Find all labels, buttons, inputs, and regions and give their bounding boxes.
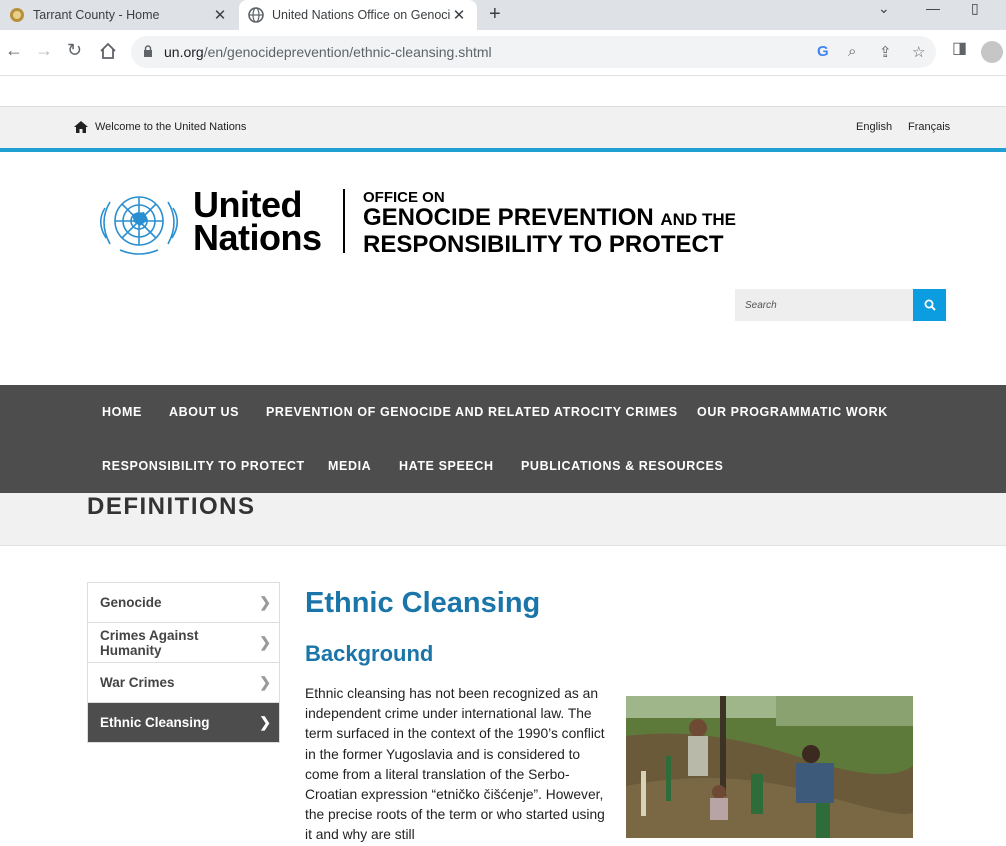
bookmark-star-icon[interactable]: ☆ [912, 43, 925, 61]
wordmark-line2: Nations [193, 217, 322, 258]
lang-english[interactable]: English [856, 121, 892, 133]
nav-publications[interactable]: PUBLICATIONS & RESOURCES [521, 459, 723, 473]
side-panel-icon[interactable]: ◨ [952, 38, 967, 58]
office-line3: RESPONSIBILITY TO PROTECT [363, 231, 724, 258]
nav-media[interactable]: MEDIA [328, 459, 371, 473]
profile-avatar[interactable] [981, 41, 1003, 63]
welcome-link[interactable]: Welcome to the United Nations [74, 121, 246, 133]
welcome-text: Welcome to the United Nations [95, 121, 247, 133]
nav-programmatic-work[interactable]: OUR PROGRAMMATIC WORK [697, 405, 888, 419]
chevron-right-icon: ❯ [259, 594, 271, 610]
office-line2: GENOCIDE PREVENTION AND THE [363, 205, 736, 233]
office-line1: OFFICE ON [363, 189, 445, 206]
sidenav-item-war-crimes[interactable]: War Crimes ❯ [88, 663, 279, 703]
url-text: un.org/en/genocideprevention/ethnic-clea… [164, 44, 492, 60]
new-tab-icon[interactable]: + [489, 3, 501, 26]
sidenav-label: War Crimes [100, 675, 175, 690]
sidenav-item-genocide[interactable]: Genocide ❯ [88, 583, 279, 623]
browser-tab-un[interactable]: United Nations Office on Genocide Preven… [239, 0, 477, 30]
office-title[interactable]: OFFICE ON GENOCIDE PREVENTION AND THE RE… [363, 190, 736, 257]
tab-search-chevron-icon[interactable]: ⌄ [878, 0, 890, 17]
search-input[interactable] [735, 289, 913, 321]
browser-tab-tarrant[interactable]: Tarrant County - Home ✕ [0, 0, 238, 30]
chevron-right-icon: ❯ [259, 714, 271, 730]
nav-home[interactable]: HOME [102, 405, 142, 419]
page-title: Ethnic Cleansing [305, 587, 541, 619]
graveyard-photo [626, 696, 913, 838]
sidenav-item-ethnic-cleansing[interactable]: Ethnic Cleansing ❯ [88, 703, 279, 742]
browser-toolbar: ← → ↻ un.org/en/genocideprevention/ethni… [0, 30, 1006, 76]
tab-close-icon[interactable]: ✕ [451, 6, 467, 24]
logo-divider [343, 189, 345, 253]
browser-tab-bar: Tarrant County - Home ✕ United Nations O… [0, 0, 1006, 30]
url-host: un.org [164, 44, 204, 60]
office-line2-main: GENOCIDE PREVENTION [363, 204, 654, 231]
reload-icon[interactable]: ↻ [67, 40, 82, 61]
back-icon[interactable]: ← [5, 40, 23, 61]
nav-r2p[interactable]: RESPONSIBILITY TO PROTECT [102, 459, 305, 473]
body-paragraph: Ethnic cleansing has not been recognized… [305, 686, 605, 843]
chevron-right-icon: ❯ [259, 634, 271, 650]
tab-title: Tarrant County - Home [33, 8, 160, 22]
forward-icon[interactable]: → [35, 40, 53, 61]
utility-bar: Welcome to the United Nations English Fr… [0, 106, 1006, 149]
sidenav-label: Crimes Against Humanity [100, 627, 199, 658]
sidenav-label: Genocide [100, 595, 162, 610]
section-header: DEFINITIONS [0, 493, 1006, 546]
accent-bar [0, 148, 1006, 152]
address-bar[interactable]: un.org/en/genocideprevention/ethnic-clea… [131, 36, 936, 68]
main-nav: HOME ABOUT US PREVENTION OF GENOCIDE AND… [0, 385, 1006, 493]
google-icon[interactable]: G [817, 43, 829, 60]
search-button[interactable] [913, 289, 946, 321]
tab-close-icon[interactable]: ✕ [212, 6, 228, 24]
home-icon[interactable] [99, 42, 117, 60]
globe-icon [248, 7, 264, 23]
search-icon [924, 299, 936, 311]
office-line2-small: AND THE [660, 210, 736, 229]
tab-title: United Nations Office on Genocide Preven… [272, 8, 451, 22]
definitions-sidenav: Genocide ❯ Crimes Against Humanity ❯ War C… [87, 582, 280, 743]
nav-prevention[interactable]: PREVENTION OF GENOCIDE AND RELATED ATROC… [266, 405, 678, 419]
nav-hate-speech[interactable]: HATE SPEECH [399, 459, 494, 473]
lang-french[interactable]: Français [908, 121, 950, 133]
maximize-icon[interactable]: ▯ [971, 0, 979, 17]
sidenav-label: Ethnic Cleansing [100, 715, 210, 730]
lock-icon [144, 45, 152, 57]
section-title: DEFINITIONS [87, 493, 256, 520]
un-wordmark[interactable]: United Nations [193, 187, 322, 258]
share-icon[interactable]: ⇪ [879, 43, 892, 61]
sidenav-item-crimes-against-humanity[interactable]: Crimes Against Humanity ❯ [88, 623, 279, 663]
nav-about-us[interactable]: ABOUT US [169, 405, 239, 419]
zoom-icon[interactable]: ⌕ [848, 43, 856, 60]
url-path: /en/genocideprevention/ethnic-cleansing.… [203, 44, 492, 60]
home-icon [74, 121, 88, 133]
minimize-icon[interactable]: — [926, 0, 940, 16]
page-subtitle: Background [305, 641, 434, 666]
un-emblem-logo[interactable] [96, 186, 182, 258]
tarrant-county-favicon [10, 8, 24, 22]
chevron-right-icon: ❯ [259, 674, 271, 690]
